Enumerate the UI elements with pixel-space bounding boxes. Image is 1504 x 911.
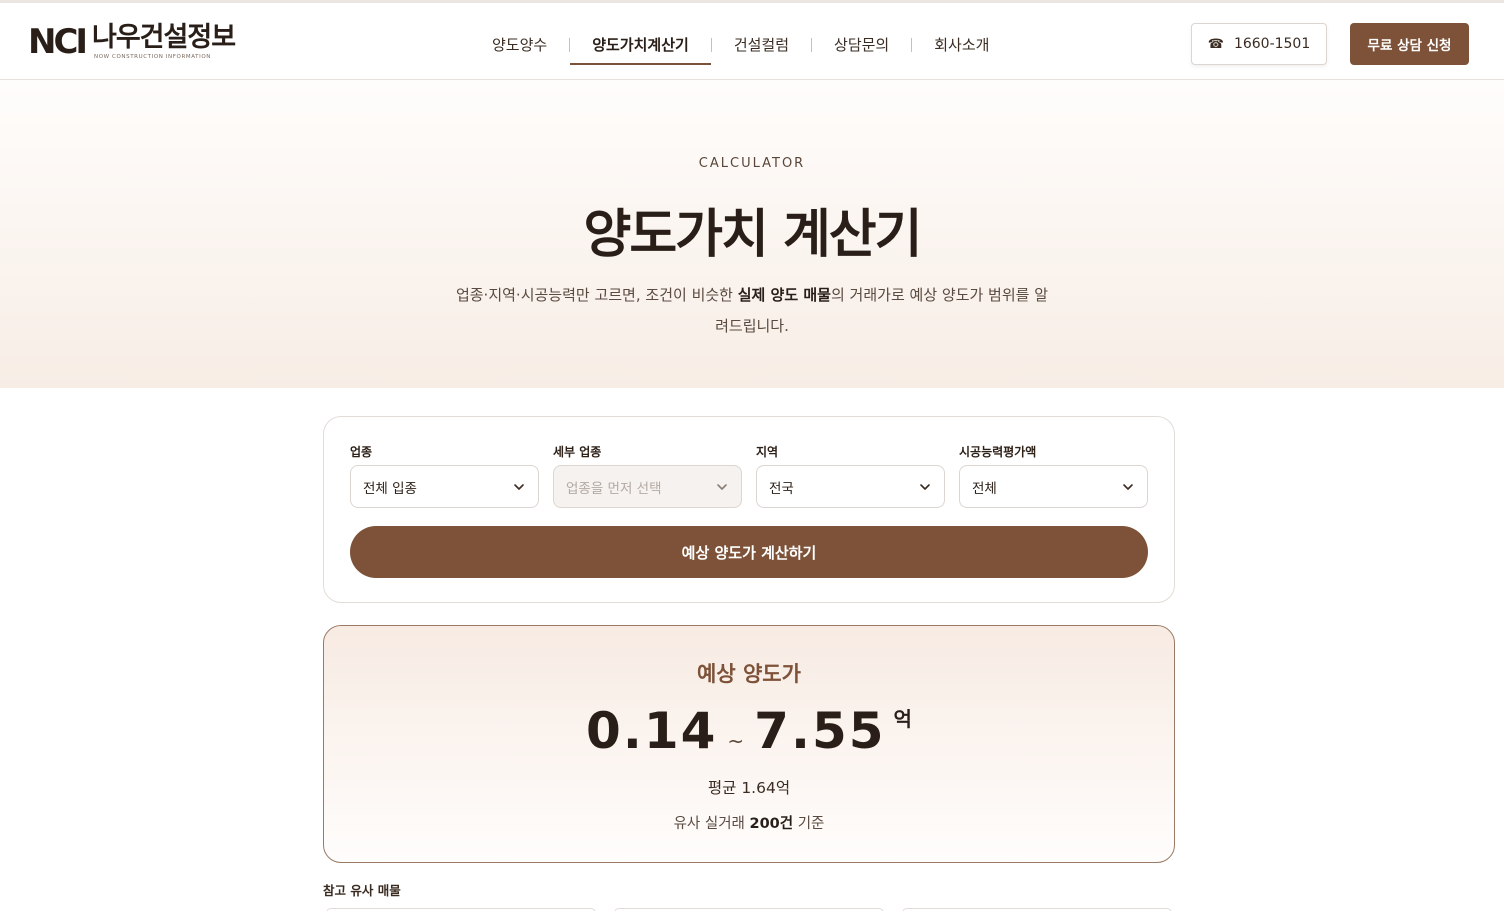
select-value: 전국 (769, 480, 794, 497)
field-label: 업종 (350, 445, 373, 459)
result-title: 예상 양도가 (697, 662, 801, 686)
free-consult-button[interactable]: 무료 상담 신청 (1350, 23, 1469, 65)
chevron-down-icon (1123, 483, 1133, 490)
nav-item-inquiry[interactable]: 상담문의 (812, 27, 911, 63)
hero-desc-bold: 실제 양도 매물 (737, 286, 831, 304)
capability-select[interactable]: 전체 (959, 465, 1148, 508)
page-title: 양도가치 계산기 (583, 205, 923, 265)
field-label: 세부 업종 (553, 445, 602, 459)
hero-desc-pre: 업종·지역·시공능력만 고르면, 조건이 비슷한 (455, 286, 738, 304)
field-capability: 시공능력평가액 전체 (959, 443, 1148, 508)
main-nav: 양도양수 양도가치계산기 건설컬럼 상담문의 회사소개 (470, 25, 1011, 65)
field-industry: 업종 전체 입종 (350, 443, 539, 508)
price-unit: 억 (893, 707, 912, 731)
industry-select[interactable]: 전체 입종 (350, 465, 539, 508)
logo-tagline: NOW CONSTRUCTION INFORMATION (94, 54, 211, 60)
site-header: NCI 나우건설정보 NOW CONSTRUCTION INFORMATION … (0, 0, 1504, 80)
field-sub-industry: 세부 업종 업종을 먼저 선택 (553, 443, 742, 508)
nav-item-about[interactable]: 회사소개 (912, 27, 1011, 63)
logo[interactable]: NCI 나우건설정보 NOW CONSTRUCTION INFORMATION (28, 23, 238, 63)
nav-item-calculator[interactable]: 양도가치계산기 (570, 27, 711, 65)
sub-industry-select[interactable]: 업종을 먼저 선택 (553, 465, 742, 508)
phone-number: 1660-1501 (1233, 36, 1311, 52)
phone-button[interactable]: ☎ 1660-1501 (1191, 23, 1327, 65)
similar-listings-label: 참고 유사 매물 (323, 883, 401, 898)
hero-section: CALCULATOR 양도가치 계산기 업종·지역·시공능력만 고르면, 조건이… (0, 80, 1504, 388)
hero-description: 업종·지역·시공능력만 고르면, 조건이 비슷한 실제 양도 매물의 거래가로 … (452, 280, 1052, 342)
nav-item-transfer[interactable]: 양도양수 (470, 27, 569, 63)
chevron-down-icon (920, 483, 930, 490)
select-value: 업종을 먼저 선택 (566, 480, 662, 497)
phone-icon: ☎ (1207, 36, 1224, 52)
field-region: 지역 전국 (756, 443, 945, 508)
field-label: 지역 (756, 445, 779, 459)
count-pre: 유사 실거래 (673, 816, 750, 832)
field-label: 시공능력평가액 (959, 445, 1037, 459)
price-min: 0.14 (586, 702, 718, 760)
count-post: 기준 (793, 816, 825, 832)
price-range: 0.14 ~7.55 억 (324, 702, 1174, 760)
count-bold: 200건 (749, 816, 794, 832)
chevron-down-icon (717, 483, 727, 490)
region-select[interactable]: 전국 (756, 465, 945, 508)
deal-count: 유사 실거래 200건 기준 (324, 812, 1174, 833)
range-separator: ~ (727, 729, 745, 753)
price-max: 7.55 (754, 702, 886, 760)
select-value: 전체 (972, 480, 997, 497)
result-card: 예상 양도가 0.14 ~7.55 억 평균 1.64억 유사 실거래 200건 기… (323, 625, 1175, 863)
price-average: 평균 1.64억 (707, 779, 791, 797)
logo-mark: NCI (28, 22, 88, 62)
select-value: 전체 입종 (363, 480, 417, 497)
calculate-button[interactable]: 예상 양도가 계산하기 (350, 526, 1148, 578)
chevron-down-icon (514, 483, 524, 490)
filter-card: 업종 전체 입종 세부 업종 업종을 먼저 선택 지역 전국 시공능력평가액 전… (323, 416, 1175, 603)
nav-item-column[interactable]: 건설컬럼 (712, 27, 811, 63)
hero-eyebrow: CALCULATOR (698, 156, 806, 171)
logo-name: 나우건설정보 (92, 22, 236, 53)
